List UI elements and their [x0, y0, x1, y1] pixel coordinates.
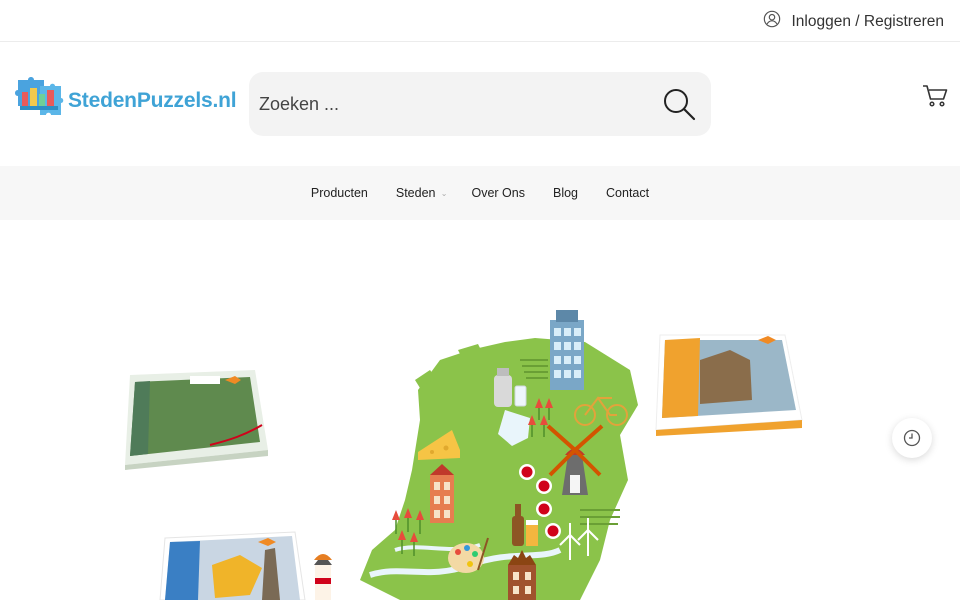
- site-logo[interactable]: StedenPuzzels.nl: [12, 72, 237, 129]
- puzzle-logo-icon: [12, 72, 64, 129]
- nav-item-contact[interactable]: Contact: [606, 186, 649, 200]
- nav-item-over-ons[interactable]: Over Ons: [471, 186, 525, 200]
- login-register-label: Inloggen / Registreren: [791, 12, 944, 30]
- building-illustration: [550, 310, 584, 390]
- user-icon: [763, 10, 781, 33]
- nav-item-steden[interactable]: Steden ⌄: [395, 186, 448, 200]
- main-nav: Producten Steden ⌄ Over Ons Blog Contact: [0, 166, 960, 220]
- puzzle-box-bottom: [159, 531, 306, 600]
- search-bar: [249, 72, 711, 136]
- canal-house-illustration: [430, 464, 454, 523]
- login-register-link[interactable]: Inloggen / Registreren: [763, 10, 944, 33]
- hero-illustration: [0, 220, 960, 600]
- search-icon[interactable]: [661, 86, 697, 122]
- search-input[interactable]: [259, 72, 649, 136]
- cart-icon[interactable]: [922, 82, 950, 110]
- site-header: StedenPuzzels.nl: [0, 42, 960, 166]
- chevron-down-icon: ⌄: [440, 189, 448, 198]
- nav-item-producten[interactable]: Producten: [311, 186, 368, 200]
- nav-item-steden-label: Steden: [395, 186, 436, 200]
- puzzle-box-right: [655, 334, 803, 436]
- recently-viewed-button[interactable]: [892, 418, 932, 458]
- lighthouse-illustration: [314, 554, 332, 600]
- nav-item-blog[interactable]: Blog: [553, 186, 578, 200]
- top-bar: Inloggen / Registreren: [0, 0, 960, 42]
- puzzle-box-left: [125, 370, 268, 470]
- logo-text: StedenPuzzels.nl: [68, 88, 237, 112]
